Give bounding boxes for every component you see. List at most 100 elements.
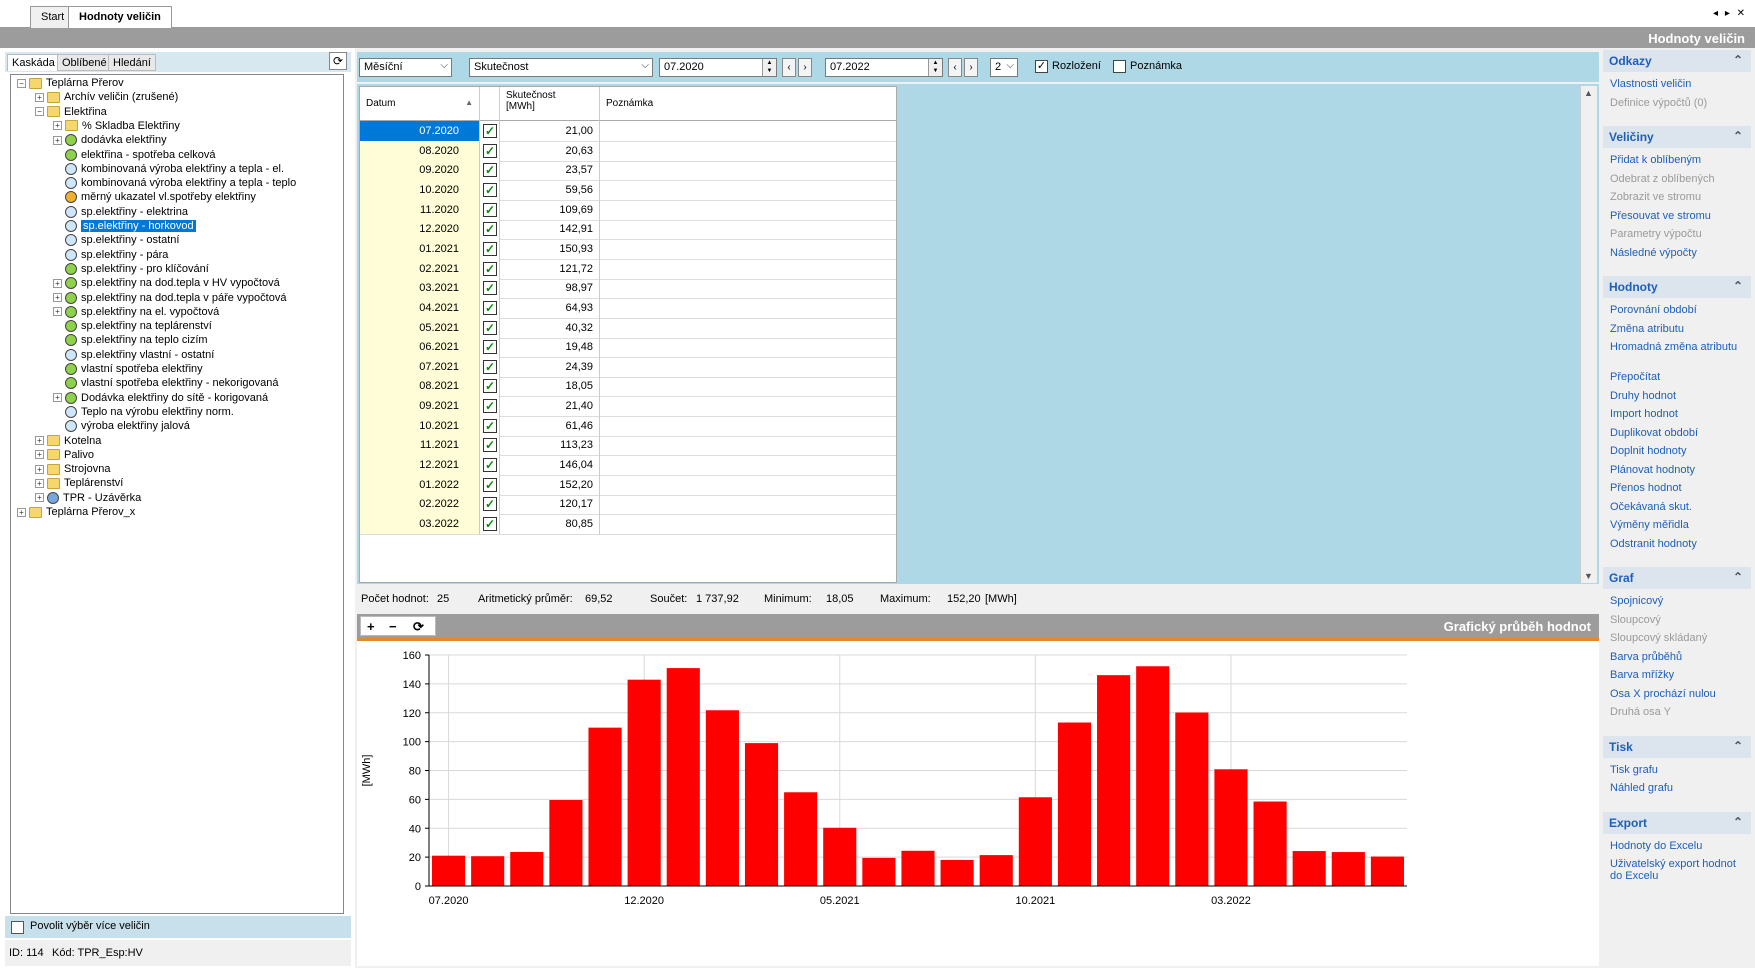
cell-note[interactable] — [600, 298, 896, 319]
cell-value[interactable]: 98,97 — [500, 278, 600, 300]
header-value[interactable]: Skutečnost [MWh] — [500, 87, 600, 121]
from-prev-button[interactable]: ‹ — [782, 58, 796, 77]
cell-value[interactable]: 20,63 — [500, 140, 600, 162]
cell-value[interactable]: 146,04 — [500, 455, 600, 477]
action-link[interactable]: Porovnání období — [1610, 304, 1740, 316]
action-link[interactable]: Doplnit hodnoty — [1610, 445, 1740, 457]
check-icon[interactable]: ✓ — [483, 182, 497, 197]
cell-value[interactable]: 121,72 — [500, 258, 600, 280]
expand-icon[interactable]: + — [53, 393, 62, 403]
expand-icon[interactable]: + — [35, 450, 44, 460]
cell-note[interactable] — [600, 396, 896, 418]
expand-icon[interactable]: + — [35, 478, 44, 488]
scroll-down-icon[interactable]: ▼ — [1584, 571, 1593, 581]
cell-date[interactable]: 06.2021 — [360, 337, 480, 359]
cell-value[interactable]: 142,91 — [500, 219, 600, 241]
tab-kaskada[interactable]: Kaskáda — [7, 54, 60, 71]
action-link[interactable]: Barva mřížky — [1610, 669, 1740, 681]
action-link[interactable]: Přidat k oblíbeným — [1610, 154, 1740, 166]
quantity-tree[interactable]: − Teplárna Přerov + Archív veličin (zrušené… — [10, 74, 344, 914]
spin-icon[interactable]: ▲ ▼ — [928, 59, 942, 76]
cell-date[interactable]: 07.2020 — [360, 121, 480, 142]
action-link[interactable]: Parametry výpočtu — [1610, 228, 1740, 240]
section-header[interactable]: Graf ⌃ — [1603, 567, 1751, 589]
cell-date[interactable]: 09.2021 — [360, 396, 480, 418]
cell-date[interactable]: 04.2021 — [360, 297, 480, 319]
cell-date[interactable]: 02.2022 — [360, 494, 480, 516]
cell-note[interactable] — [600, 357, 896, 378]
cell-check[interactable]: ✓ — [480, 179, 500, 201]
cell-check[interactable]: ✓ — [480, 160, 500, 182]
action-link[interactable]: Druhy hodnot — [1610, 390, 1740, 402]
cell-check[interactable]: ✓ — [480, 238, 500, 260]
collapse-icon[interactable]: ⌃ — [1733, 279, 1743, 293]
cell-value[interactable]: 59,56 — [500, 179, 600, 201]
expand-icon[interactable]: + — [35, 493, 44, 503]
cell-value[interactable]: 18,05 — [500, 376, 600, 398]
cell-date[interactable]: 12.2021 — [360, 455, 480, 477]
to-next-button[interactable]: › — [964, 58, 978, 77]
collapse-icon[interactable]: − — [17, 78, 26, 88]
cell-date[interactable]: 10.2021 — [360, 415, 480, 437]
expand-icon[interactable]: + — [17, 507, 26, 517]
action-link[interactable]: Plánovat hodnoty — [1610, 464, 1740, 476]
action-link[interactable]: Změna atributu — [1610, 323, 1740, 335]
action-link[interactable]: Následné výpočty — [1610, 247, 1740, 259]
collapse-icon[interactable]: ⌃ — [1733, 815, 1743, 829]
check-icon[interactable]: ✓ — [483, 241, 497, 256]
section-header[interactable]: Export ⌃ — [1603, 811, 1751, 834]
action-link[interactable]: Osa X prochází nulou — [1610, 688, 1740, 700]
cell-value[interactable]: 150,93 — [500, 238, 600, 260]
scroll-up-icon[interactable]: ▲ — [1584, 88, 1593, 98]
action-link[interactable]: Hodnoty do Excelu — [1610, 840, 1740, 852]
cell-note[interactable] — [600, 200, 896, 221]
grid-scrollbar[interactable]: ▲ ▼ — [1580, 86, 1597, 583]
check-icon[interactable]: ✓ — [483, 399, 497, 414]
cell-note[interactable] — [600, 239, 896, 260]
check-icon[interactable]: ✓ — [483, 517, 497, 531]
action-link[interactable]: Očekávaná skut. — [1610, 501, 1740, 513]
check-icon[interactable]: ✓ — [483, 300, 497, 315]
action-link[interactable]: Spojnicový — [1610, 595, 1740, 607]
cell-value[interactable]: 109,69 — [500, 199, 600, 221]
cell-value[interactable]: 61,46 — [500, 415, 600, 437]
action-link[interactable]: Import hodnot — [1610, 408, 1740, 420]
cell-check[interactable]: ✓ — [480, 317, 500, 339]
cell-value[interactable]: 24,39 — [500, 356, 600, 378]
cell-check[interactable]: ✓ — [480, 435, 500, 457]
action-link[interactable]: Definice výpočtů (0) — [1610, 97, 1740, 109]
cell-check[interactable]: ✓ — [480, 376, 500, 398]
cell-note[interactable] — [600, 219, 896, 241]
cell-date[interactable]: 11.2021 — [360, 435, 480, 457]
cell-note[interactable] — [600, 455, 896, 477]
date-from-input[interactable]: 07.2020 ▲ ▼ — [659, 58, 777, 77]
expand-icon[interactable]: + — [53, 135, 62, 145]
cell-value[interactable]: 19,48 — [500, 337, 600, 359]
cell-check[interactable]: ✓ — [480, 258, 500, 280]
action-link[interactable]: Zobrazit ve stromu — [1610, 191, 1740, 203]
cell-note[interactable] — [600, 514, 896, 535]
reset-icon[interactable]: ⟳ — [413, 619, 424, 635]
collapse-icon[interactable]: ⌃ — [1733, 570, 1743, 584]
cell-date[interactable]: 03.2022 — [360, 514, 480, 535]
cell-date[interactable]: 10.2020 — [360, 179, 480, 201]
cell-date[interactable]: 02.2021 — [360, 258, 480, 280]
tab-hledani[interactable]: Hledání — [108, 54, 156, 71]
cell-check[interactable]: ✓ — [480, 455, 500, 477]
action-link[interactable]: Sloupcový — [1610, 614, 1740, 626]
section-header[interactable]: Veličiny ⌃ — [1603, 126, 1751, 148]
expand-icon[interactable]: + — [53, 293, 62, 303]
action-link[interactable]: Výměny měřidla — [1610, 519, 1740, 531]
expand-icon[interactable]: + — [35, 92, 44, 102]
collapse-icon[interactable]: ⌃ — [1733, 739, 1743, 753]
cell-value[interactable]: 80,85 — [500, 514, 600, 535]
cell-note[interactable] — [600, 416, 896, 437]
collapse-icon[interactable]: ⌃ — [1733, 129, 1743, 143]
value-type-select[interactable]: Skutečnost ⌵ — [469, 58, 653, 77]
cell-check[interactable]: ✓ — [480, 474, 500, 496]
cell-date[interactable]: 01.2021 — [360, 238, 480, 260]
cell-check[interactable]: ✓ — [480, 219, 500, 241]
cell-date[interactable]: 12.2020 — [360, 219, 480, 241]
cell-check[interactable]: ✓ — [480, 514, 500, 535]
rozlozeni-checkbox[interactable]: ✓ — [1035, 60, 1048, 73]
